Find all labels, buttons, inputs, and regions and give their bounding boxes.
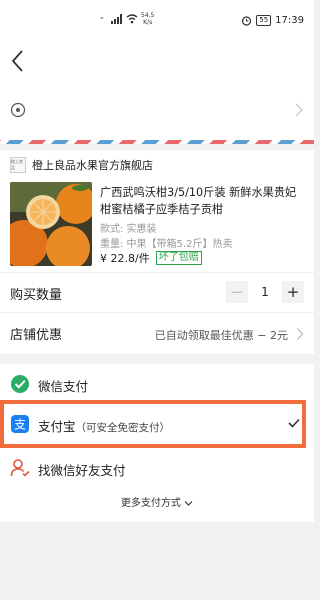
wifi-icon <box>126 14 138 24</box>
back-arrow-icon <box>11 50 23 72</box>
pay-option-wechat[interactable]: 微信支付 <box>0 366 314 402</box>
price-row: ¥ 22.8/件 坏了包赔 <box>100 250 202 266</box>
product-spec: 款式: 实惠装 <box>100 224 157 235</box>
orange-photo <box>10 182 92 266</box>
discount-value: 已自动领取最佳优惠 − 2元 <box>154 329 288 342</box>
status-right: 55 17:39 <box>241 15 304 26</box>
status-network: “ 54.5 K/s <box>100 12 154 26</box>
more-payment-label: 更多支付方式 <box>120 498 181 509</box>
chevron-right-icon <box>297 328 304 340</box>
network-speed: 54.5 K/s <box>141 12 155 26</box>
decrement-button[interactable]: − <box>226 281 248 303</box>
shop-discount-row[interactable]: 店铺优惠 已自动领取最佳优惠 − 2元 <box>0 312 314 354</box>
svg-text:“: “ <box>100 16 104 23</box>
friend-pay-icon <box>10 459 30 477</box>
chevron-down-icon <box>184 500 193 506</box>
pay-option-friend[interactable]: 找微信好友支付 <box>0 450 314 486</box>
product-price: ¥ 22.8/件 <box>100 252 150 265</box>
back-button[interactable] <box>8 47 30 75</box>
quantity-label: 购买数量 <box>10 288 63 303</box>
quantity-value: 1 <box>261 285 269 299</box>
shop-logo: 橙上良品 <box>10 157 26 173</box>
discount-label: 店铺优惠 <box>10 328 63 343</box>
alipay-label: 支付宝（可安全免密支付） <box>38 419 171 434</box>
nav-bar <box>0 44 314 78</box>
wechat-pay-icon <box>11 375 29 393</box>
envelope-border <box>0 140 314 144</box>
location-icon <box>10 102 26 118</box>
product-image[interactable] <box>10 182 92 266</box>
hd-icon: “ <box>100 16 104 23</box>
friend-pay-label: 找微信好友支付 <box>38 463 126 478</box>
chevron-right-icon <box>295 103 303 117</box>
quantity-row: 购买数量 − 1 + <box>0 272 314 312</box>
quantity-stepper: − 1 + <box>226 281 304 303</box>
shop-name: 橙上良品水果官方旗舰店 <box>32 159 153 172</box>
shop-header[interactable]: 橙上良品 橙上良品水果官方旗舰店 <box>10 156 153 174</box>
guarantee-badge: 坏了包赔 <box>155 251 202 265</box>
more-payment-methods-link[interactable]: 更多支付方式 <box>0 494 314 510</box>
wechat-pay-label: 微信支付 <box>38 379 89 394</box>
battery-indicator: 55 <box>256 15 272 26</box>
address-selector[interactable] <box>0 78 314 144</box>
checkmark-icon <box>288 418 300 428</box>
product-title[interactable]: 广西武鸣沃柑3/5/10斤装 新鲜水果贵妃柑蜜桔橘子应季桔子贡柑 <box>100 184 306 218</box>
alarm-icon <box>242 16 252 26</box>
signal-icon <box>111 14 122 24</box>
alipay-subtitle: （可安全免密支付） <box>75 422 171 434</box>
alipay-icon: 支 <box>11 415 29 433</box>
pay-option-alipay[interactable]: 支 支付宝（可安全免密支付） <box>0 406 314 442</box>
clock: 17:39 <box>275 15 304 26</box>
status-bar: “ 54.5 K/s 55 17:39 <box>0 0 314 44</box>
product-weight: 重量: 中果【带箱5.2斤】热卖 <box>100 239 233 250</box>
increment-button[interactable]: + <box>282 281 304 303</box>
order-card: 橙上良品 橙上良品水果官方旗舰店 广西武鸣沃柑3/5/10斤装 新鲜水果贵妃柑蜜… <box>0 150 314 272</box>
svg-text:支: 支 <box>14 418 26 432</box>
